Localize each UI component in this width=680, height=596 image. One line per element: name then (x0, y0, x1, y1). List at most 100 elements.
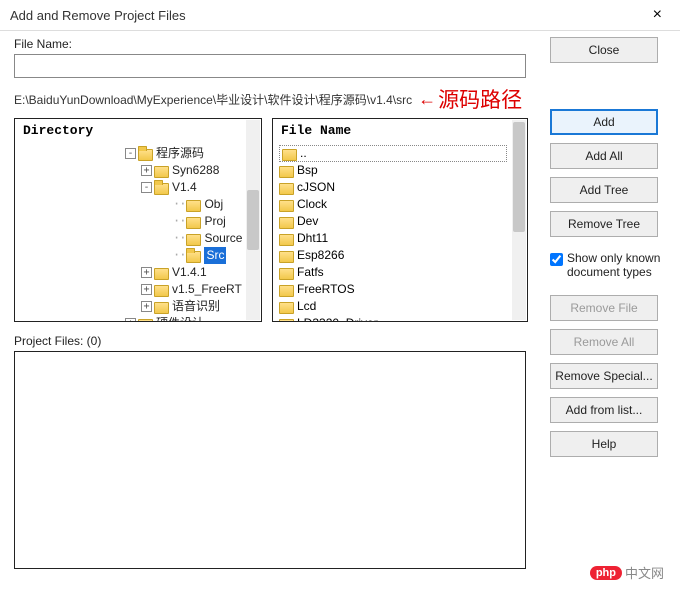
file-row[interactable]: Clock (279, 196, 525, 213)
folder-icon (138, 319, 153, 323)
remove-file-button: Remove File (550, 295, 658, 321)
expand-icon[interactable]: + (141, 301, 152, 312)
directory-panel: Directory -程序源码+Syn6288-V1.4··Obj··Proj·… (14, 118, 262, 322)
collapse-icon[interactable]: - (141, 182, 152, 193)
folder-icon (186, 234, 201, 246)
file-row[interactable]: LD3320_Driver (279, 315, 525, 322)
tree-node-label: V1.4 (172, 179, 197, 196)
file-label: Fatfs (297, 264, 324, 281)
tree-node-label: 语音识别 (172, 298, 220, 315)
file-row[interactable]: Lcd (279, 298, 525, 315)
remove-special-button[interactable]: Remove Special... (550, 363, 658, 389)
folder-icon (279, 251, 294, 263)
file-label: Bsp (297, 162, 318, 179)
folder-icon (279, 234, 294, 246)
folder-icon (279, 166, 294, 178)
tree-node[interactable]: + 语音识别 (21, 298, 259, 315)
tree-node-label: Obj (204, 196, 223, 213)
folder-icon (279, 217, 294, 229)
tree-node-label: Src (204, 247, 226, 264)
file-row[interactable]: .. (279, 145, 507, 162)
folder-icon (186, 217, 201, 229)
add-from-list-button[interactable]: Add from list... (550, 397, 658, 423)
file-row[interactable]: Dev (279, 213, 525, 230)
files-header: File Name (273, 119, 527, 143)
file-label: LD3320_Driver (297, 315, 378, 322)
add-button[interactable]: Add (550, 109, 658, 135)
add-all-button[interactable]: Add All (550, 143, 658, 169)
tree-node[interactable]: ··Source in (21, 230, 259, 247)
show-known-types-checkbox[interactable] (550, 253, 563, 266)
expand-icon[interactable]: + (141, 165, 152, 176)
help-button[interactable]: Help (550, 431, 658, 457)
tree-node[interactable]: - V1.4 (21, 179, 259, 196)
file-label: Clock (297, 196, 327, 213)
folder-icon (279, 302, 294, 314)
show-known-types-label: Show only known document types (567, 251, 662, 279)
tree-node[interactable]: ··Src (21, 247, 259, 264)
file-row[interactable]: cJSON (279, 179, 525, 196)
current-path: E:\BaiduYunDownload\MyExperience\毕业设计\软件… (14, 91, 412, 108)
tree-node-label: 硬件设计 (156, 315, 204, 322)
tree-node-label: Syn6288 (172, 162, 219, 179)
file-label: Dev (297, 213, 318, 230)
folder-icon (279, 268, 294, 280)
files-panel: File Name ..BspcJSONClockDevDht11Esp8266… (272, 118, 528, 322)
file-label: Esp8266 (297, 247, 344, 264)
folder-icon (154, 285, 169, 297)
file-label: .. (300, 145, 307, 162)
folder-icon (279, 200, 294, 212)
files-scrollbar[interactable] (512, 120, 526, 320)
remove-all-button: Remove All (550, 329, 658, 355)
remove-tree-button[interactable]: Remove Tree (550, 211, 658, 237)
folder-icon (138, 149, 153, 161)
tree-node[interactable]: + v1.5_FreeRT (21, 281, 259, 298)
folder-icon (186, 200, 201, 212)
annotation-text: 源码路径 (438, 84, 522, 114)
close-button[interactable]: Close (550, 37, 658, 63)
file-list[interactable]: ..BspcJSONClockDevDht11Esp8266FatfsFreeR… (273, 143, 527, 322)
tree-node[interactable]: -程序源码 (21, 145, 259, 162)
add-tree-button[interactable]: Add Tree (550, 177, 658, 203)
file-name-label: File Name: (14, 37, 536, 51)
tree-node-label: v1.5_FreeRT (172, 281, 242, 298)
project-files-label: Project Files: (0) (14, 334, 536, 348)
tree-node-label: V1.4.1 (172, 264, 207, 281)
expand-icon[interactable]: + (125, 318, 136, 322)
file-row[interactable]: Dht11 (279, 230, 525, 247)
folder-icon (279, 183, 294, 195)
file-row[interactable]: FreeRTOS (279, 281, 525, 298)
tree-node[interactable]: + V1.4.1 (21, 264, 259, 281)
file-label: Dht11 (297, 230, 328, 247)
tree-node[interactable]: ··Obj (21, 196, 259, 213)
show-known-types-row[interactable]: Show only known document types (550, 251, 662, 279)
tree-node-label: Proj (204, 213, 225, 230)
tree-node[interactable]: + Syn6288 (21, 162, 259, 179)
file-row[interactable]: Esp8266 (279, 247, 525, 264)
folder-icon (154, 183, 169, 195)
folder-icon (154, 268, 169, 280)
directory-tree[interactable]: -程序源码 + Syn6288 - V1.4··Obj··Proj··Source in… (15, 143, 261, 322)
project-files-list[interactable] (14, 351, 526, 569)
folder-icon (154, 166, 169, 178)
tree-node[interactable]: + 硬件设计 (21, 315, 259, 322)
tree-node[interactable]: ··Proj (21, 213, 259, 230)
titlebar: Add and Remove Project Files × (0, 0, 680, 31)
close-icon[interactable]: × (645, 6, 670, 24)
file-row[interactable]: Fatfs (279, 264, 525, 281)
folder-icon (154, 302, 169, 314)
window-title: Add and Remove Project Files (10, 8, 186, 23)
file-row[interactable]: Bsp (279, 162, 525, 179)
folder-up-icon (282, 149, 297, 161)
file-label: Lcd (297, 298, 316, 315)
folder-icon (186, 251, 201, 263)
directory-scrollbar[interactable] (246, 120, 260, 320)
file-name-input[interactable] (14, 54, 526, 78)
folder-icon (279, 285, 294, 297)
directory-header: Directory (15, 119, 261, 143)
expand-icon[interactable]: + (141, 284, 152, 295)
collapse-icon[interactable]: - (125, 148, 136, 159)
expand-icon[interactable]: + (141, 267, 152, 278)
annotation-arrow-icon: ← (418, 89, 436, 110)
folder-icon (279, 319, 294, 323)
